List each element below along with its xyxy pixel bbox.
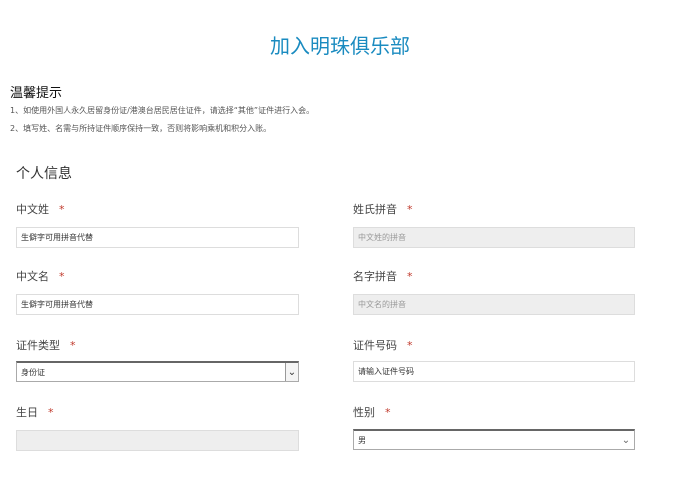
required-mark: *: [48, 406, 54, 419]
surname-pinyin-label: 姓氏拼音 *: [353, 201, 413, 217]
required-mark: *: [385, 406, 391, 419]
required-mark: *: [59, 270, 65, 283]
label-text: 中文名: [16, 270, 49, 283]
label-text: 生日: [16, 406, 38, 419]
id-number-label: 证件号码 *: [353, 337, 413, 353]
chevron-down-icon[interactable]: ⌄: [285, 363, 298, 381]
required-mark: *: [70, 339, 76, 352]
required-mark: *: [59, 203, 65, 216]
page-title: 加入明珠俱乐部: [270, 34, 410, 58]
required-mark: *: [407, 270, 413, 283]
label-text: 性别: [353, 406, 375, 419]
birthday-input[interactable]: [16, 430, 299, 451]
label-text: 名字拼音: [353, 270, 397, 283]
birthday-label: 生日 *: [16, 404, 54, 420]
chevron-down-icon[interactable]: ⌄: [618, 431, 634, 449]
surname-label: 中文姓 *: [16, 201, 65, 217]
required-mark: *: [407, 339, 413, 352]
surname-input[interactable]: 生僻字可用拼音代替: [16, 227, 299, 248]
gender-select[interactable]: 男 ⌄: [353, 429, 635, 450]
id-number-input[interactable]: 请输入证件号码: [353, 361, 635, 382]
label-text: 中文姓: [16, 203, 49, 216]
notice-line: 2、填写姓、名需与所持证件顺序保持一致，否则将影响乘机和积分入账。: [10, 124, 272, 133]
section-title: 个人信息: [16, 166, 72, 182]
given-name-label: 中文名 *: [16, 268, 65, 284]
selected-value: 身份证: [21, 367, 45, 377]
label-text: 姓氏拼音: [353, 203, 397, 216]
given-pinyin-input[interactable]: 中文名的拼音: [353, 294, 635, 315]
notice-heading: 温馨提示: [10, 86, 63, 101]
label-text: 证件类型: [16, 339, 60, 352]
gender-label: 性别 *: [353, 404, 391, 420]
notice-line: 1、如使用外国人永久居留身份证/港澳台居民居住证件，请选择“其他”证件进行入会。: [10, 106, 315, 115]
id-type-label: 证件类型 *: [16, 337, 76, 353]
id-type-select[interactable]: 身份证 ⌄: [16, 361, 299, 382]
label-text: 证件号码: [353, 339, 397, 352]
given-name-input[interactable]: 生僻字可用拼音代替: [16, 294, 299, 315]
surname-pinyin-input[interactable]: 中文姓的拼音: [353, 227, 635, 248]
given-pinyin-label: 名字拼音 *: [353, 268, 413, 284]
required-mark: *: [407, 203, 413, 216]
selected-value: 男: [358, 435, 366, 445]
